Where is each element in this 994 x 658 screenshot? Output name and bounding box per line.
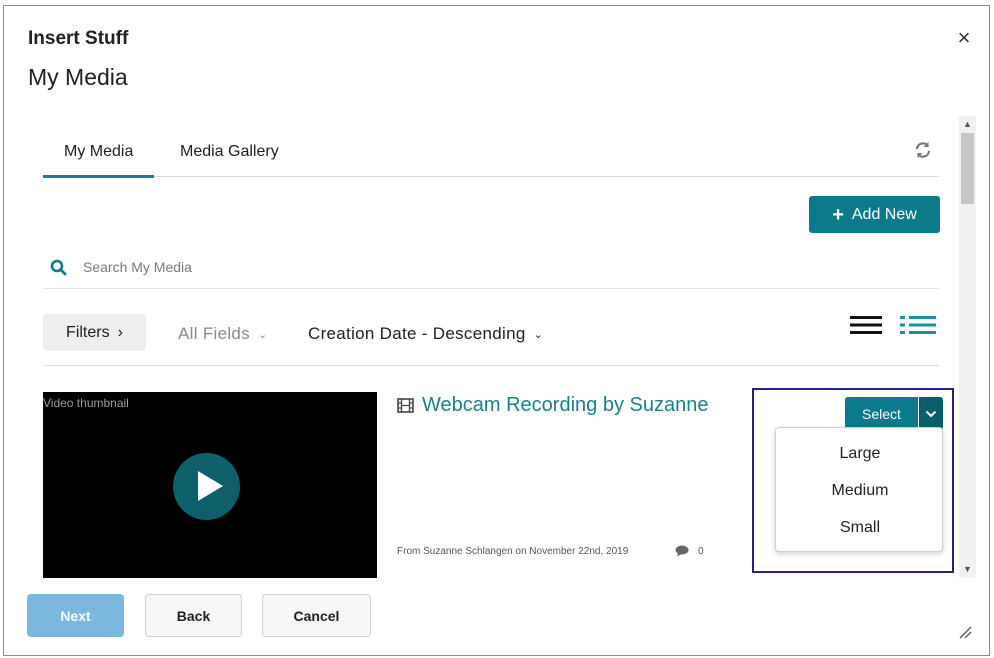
add-new-button[interactable]: + Add New	[809, 196, 940, 233]
back-button[interactable]: Back	[145, 594, 242, 637]
menu-item-small[interactable]: Small	[776, 513, 944, 543]
insert-stuff-dialog: Insert Stuff My Media × My Media Media G…	[3, 5, 990, 656]
fields-dropdown[interactable]: All Fields ⌄	[178, 324, 268, 344]
list-view-icon[interactable]	[850, 314, 882, 336]
select-dropdown-toggle[interactable]	[919, 397, 943, 430]
detail-view-icon[interactable]	[900, 314, 936, 336]
scroll-thumb[interactable]	[961, 133, 974, 204]
video-thumbnail[interactable]: Video thumbnail	[43, 392, 377, 578]
plus-icon: +	[832, 203, 844, 226]
resize-handle-icon[interactable]	[958, 625, 972, 639]
search-input[interactable]	[83, 255, 683, 279]
comment-count: 0	[698, 546, 704, 557]
media-title: Webcam Recording by Suzanne	[422, 394, 709, 416]
chevron-down-icon: ⌄	[533, 329, 544, 342]
chevron-down-icon: ⌄	[257, 329, 268, 342]
sort-dropdown[interactable]: Creation Date - Descending ⌄	[308, 324, 543, 344]
tab-bar: My Media Media Gallery	[42, 116, 939, 178]
media-panel: My Media Media Gallery + Add New Filters	[4, 116, 959, 578]
comment-icon	[675, 545, 689, 557]
sort-dropdown-label: Creation Date - Descending	[308, 324, 526, 343]
menu-item-medium[interactable]: Medium	[776, 476, 944, 506]
chevron-down-icon	[925, 410, 937, 417]
search-icon	[50, 259, 67, 276]
close-icon[interactable]: ×	[952, 26, 976, 50]
vertical-scrollbar[interactable]: ▲ ▼	[959, 116, 976, 578]
menu-item-large[interactable]: Large	[776, 439, 944, 469]
scroll-down-icon[interactable]: ▼	[959, 561, 976, 578]
cancel-button[interactable]: Cancel	[262, 594, 371, 637]
add-new-label: Add New	[851, 205, 917, 223]
chevron-right-icon: ›	[117, 323, 123, 341]
tab-media-gallery[interactable]: Media Gallery	[180, 143, 279, 161]
scroll-up-icon[interactable]: ▲	[959, 116, 976, 133]
thumbnail-alt-text: Video thumbnail	[43, 396, 129, 410]
fields-dropdown-label: All Fields	[178, 324, 250, 343]
tab-my-media[interactable]: My Media	[42, 143, 155, 178]
filter-bar: Filters › All Fields ⌄ Creation Date - De…	[43, 305, 939, 366]
filters-button[interactable]: Filters ›	[43, 314, 146, 351]
film-icon	[397, 398, 414, 413]
media-title-link[interactable]: Webcam Recording by Suzanne	[397, 394, 708, 417]
dialog-subtitle: My Media	[28, 64, 128, 90]
search-bar	[43, 251, 939, 289]
refresh-icon[interactable]	[913, 140, 933, 160]
size-dropdown-menu: Large Medium Small	[775, 427, 943, 552]
filters-label: Filters	[66, 323, 110, 341]
media-meta: From Suzanne Schlangen on November 22nd,…	[397, 546, 629, 557]
play-icon[interactable]	[173, 453, 240, 520]
dialog-title: Insert Stuff	[28, 28, 129, 49]
select-button[interactable]: Select	[845, 397, 918, 430]
next-button[interactable]: Next	[27, 594, 124, 637]
